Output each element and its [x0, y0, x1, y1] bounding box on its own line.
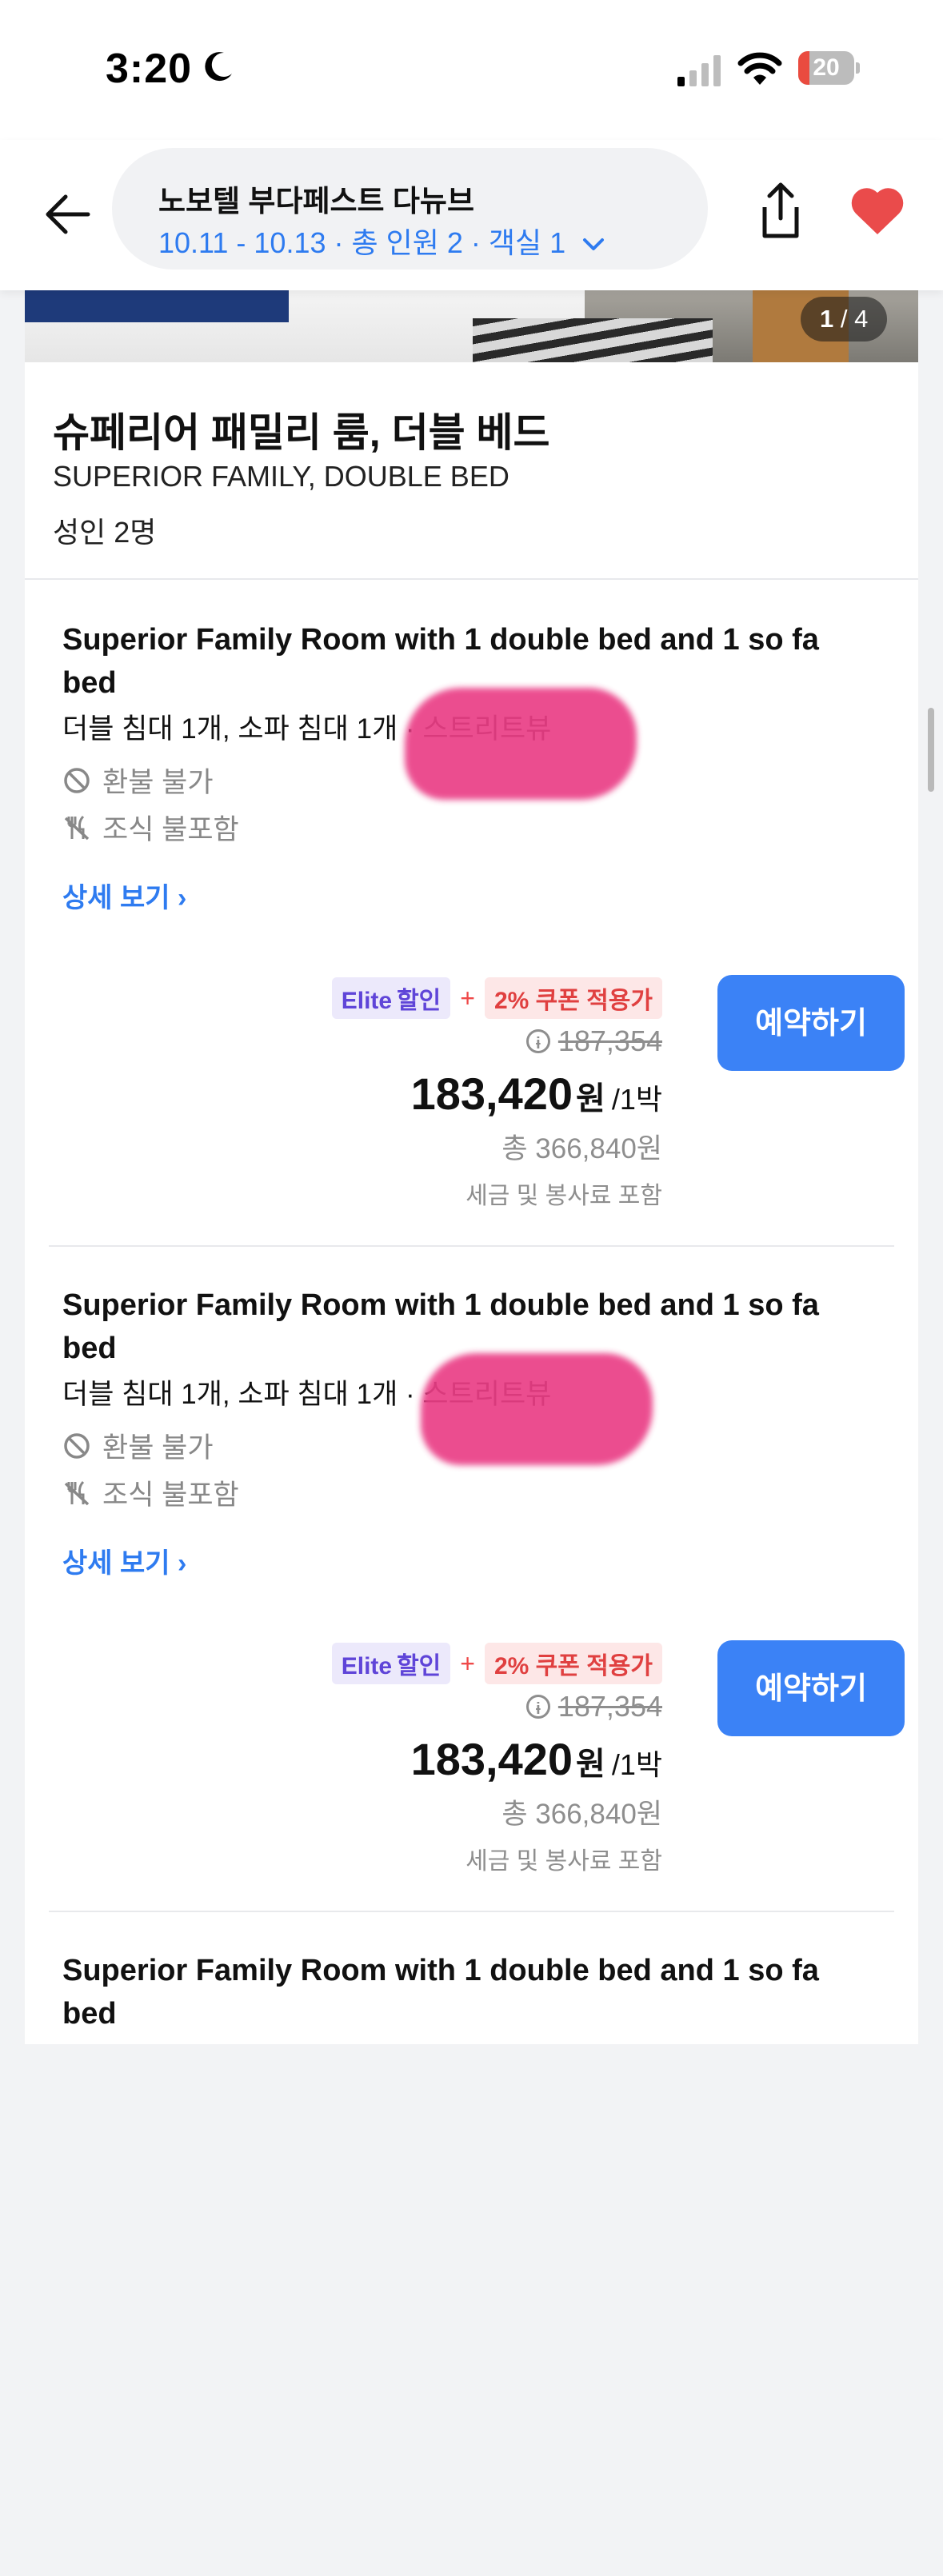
original-price: i 187,354 [525, 1024, 662, 1058]
discount-badges: Elite 할인 + 2% 쿠폰 적용가 [331, 1643, 662, 1684]
book-button[interactable]: 예약하기 [717, 975, 905, 1071]
no-refund-icon [64, 1432, 90, 1459]
redaction-mark [421, 1353, 653, 1465]
room-photo-gallery[interactable]: 1 / 4 [25, 290, 918, 362]
cellular-signal-icon [677, 55, 721, 86]
no-breakfast-icon [64, 815, 90, 840]
app-header: 노보텔 부다페스트 다뉴브 10.11 - 10.13 · 총 인원 2 · 객… [0, 140, 943, 290]
chevron-down-icon [583, 238, 605, 251]
status-bar: 3:20 20 [0, 0, 943, 140]
room-title-english: SUPERIOR FAMILY, DOUBLE BED [53, 460, 509, 493]
tax-note: 세금 및 봉사료 포함 [466, 1183, 662, 1209]
status-time: 3:20 [106, 46, 193, 92]
coupon-badge: 2% 쿠폰 적용가 [484, 977, 662, 1019]
meal-policy: 조식 불포함 [62, 807, 239, 848]
original-price: i 187,354 [525, 1690, 662, 1723]
info-icon[interactable]: i [525, 1695, 550, 1719]
scrollbar[interactable] [928, 708, 934, 792]
moon-icon [205, 52, 232, 82]
no-refund-icon [64, 767, 90, 793]
redaction-mark [405, 688, 637, 800]
rate-offer: Superior Family Room with 1 double bed a… [49, 580, 905, 1247]
discount-badges: Elite 할인 + 2% 쿠폰 적용가 [331, 977, 662, 1019]
nightly-price: 183,420 원/1박 [410, 1734, 662, 1784]
search-summary: 10.11 - 10.13 · 총 인원 2 · 객실 1 [158, 220, 605, 262]
room-header: 슈페리어 패밀리 룸, 더블 베드 SUPERIOR FAMILY, DOUBL… [25, 362, 918, 580]
hotel-name: 노보텔 부다페스트 다뉴브 [158, 185, 474, 218]
rate-offer: Superior Family Room with 1 double bed a… [49, 1911, 894, 2576]
rate-offer: Superior Family Room with 1 double bed a… [49, 1245, 905, 1912]
room-occupancy: 성인 2명 [53, 516, 157, 549]
refund-policy: 환불 불가 [62, 1425, 214, 1466]
nightly-price: 183,420 원/1박 [410, 1068, 662, 1119]
meal-policy: 조식 불포함 [62, 1472, 239, 1513]
offer-title: Superior Family Room with 1 double bed a… [62, 1954, 819, 2031]
battery-level: 20 [813, 54, 840, 81]
book-button[interactable]: 예약하기 [717, 1640, 905, 1736]
photo-counter: 1 / 4 [801, 297, 888, 341]
back-arrow-icon[interactable] [40, 186, 96, 242]
share-icon[interactable] [755, 180, 806, 244]
info-icon[interactable]: i [525, 1029, 550, 1053]
total-price: 총 366,840원 [501, 1133, 662, 1164]
search-summary-pill[interactable]: 노보텔 부다페스트 다뉴브 10.11 - 10.13 · 총 인원 2 · 객… [112, 148, 708, 270]
room-title: 슈페리어 패밀리 룸, 더블 베드 [53, 410, 550, 455]
elite-discount-badge: Elite 할인 [331, 977, 451, 1019]
coupon-badge: 2% 쿠폰 적용가 [484, 1643, 662, 1684]
heart-icon[interactable] [849, 185, 905, 238]
wifi-icon [737, 52, 782, 85]
refund-policy: 환불 불가 [62, 760, 214, 801]
no-breakfast-icon [64, 1480, 90, 1505]
room-card: 슈페리어 패밀리 룸, 더블 베드 SUPERIOR FAMILY, DOUBL… [25, 362, 918, 2044]
view-details-link[interactable]: 상세 보기 › [62, 1541, 186, 1580]
battery-icon: 20 [798, 51, 860, 85]
view-details-link[interactable]: 상세 보기 › [62, 876, 186, 915]
search-summary-text: 10.11 - 10.13 · 총 인원 2 · 객실 1 [158, 226, 566, 259]
tax-note: 세금 및 봉사료 포함 [466, 1848, 662, 1875]
elite-discount-badge: Elite 할인 [331, 1643, 451, 1684]
total-price: 총 366,840원 [501, 1799, 662, 1830]
